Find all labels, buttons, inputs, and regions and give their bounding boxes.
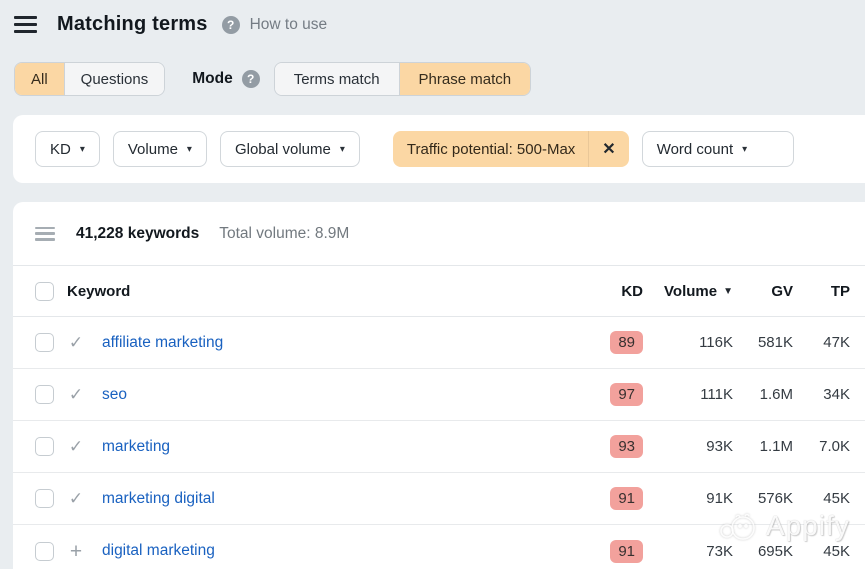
gv-value: 1.1M bbox=[733, 438, 793, 455]
help-icon[interactable]: ? bbox=[222, 16, 240, 34]
keyword-link[interactable]: affiliate marketing bbox=[102, 334, 223, 352]
row-checkbox[interactable] bbox=[35, 385, 54, 404]
mode-help-icon[interactable]: ? bbox=[242, 70, 260, 88]
kd-badge: 91 bbox=[610, 540, 643, 563]
gv-value: 695K bbox=[733, 543, 793, 560]
tab-phrase-match[interactable]: Phrase match bbox=[399, 63, 531, 95]
keyword-link[interactable]: digital marketing bbox=[102, 542, 215, 560]
filter-traffic-potential-label: Traffic potential: 500-Max bbox=[393, 141, 588, 158]
kd-badge: 89 bbox=[610, 331, 643, 354]
keyword-link[interactable]: seo bbox=[102, 386, 127, 404]
column-header-tp[interactable]: TP bbox=[793, 283, 850, 300]
check-icon[interactable]: ✓ bbox=[67, 489, 85, 509]
keyword-link[interactable]: marketing digital bbox=[102, 490, 215, 508]
tab-all[interactable]: All bbox=[15, 63, 64, 95]
select-all-checkbox[interactable] bbox=[35, 282, 54, 301]
chevron-down-icon: ▾ bbox=[187, 144, 192, 155]
filter-bar: KD ▾ Volume ▾ Global volume ▾ Traffic po… bbox=[13, 115, 865, 183]
tab-terms-match[interactable]: Terms match bbox=[275, 63, 399, 95]
table-row: ✓ seo 97 111K 1.6M 34K bbox=[13, 369, 865, 421]
gv-value: 1.6M bbox=[733, 386, 793, 403]
column-header-keyword[interactable]: Keyword bbox=[67, 283, 130, 300]
mode-segmented-control: Terms match Phrase match bbox=[274, 62, 531, 96]
volume-value: 91K bbox=[643, 490, 733, 507]
volume-value: 93K bbox=[643, 438, 733, 455]
keywords-count: 41,228 keywords bbox=[76, 225, 199, 243]
filter-word-count-button[interactable]: Word count ▾ bbox=[642, 131, 794, 167]
filter-global-volume-label: Global volume bbox=[235, 141, 331, 158]
close-icon[interactable]: ✕ bbox=[588, 131, 628, 167]
chevron-down-icon: ▾ bbox=[80, 144, 85, 155]
column-header-gv[interactable]: GV bbox=[733, 283, 793, 300]
keyword-link[interactable]: marketing bbox=[102, 438, 170, 456]
page-title: Matching terms bbox=[57, 13, 208, 36]
plus-icon[interactable]: + bbox=[67, 541, 85, 562]
filter-traffic-potential-active[interactable]: Traffic potential: 500-Max ✕ bbox=[393, 131, 629, 167]
tab-questions[interactable]: Questions bbox=[64, 63, 165, 95]
volume-value: 73K bbox=[643, 543, 733, 560]
tp-value: 45K bbox=[793, 490, 850, 507]
gv-value: 576K bbox=[733, 490, 793, 507]
column-header-volume[interactable]: Volume ▼ bbox=[643, 283, 733, 300]
results-table: 41,228 keywords Total volume: 8.9M Keywo… bbox=[13, 202, 865, 569]
column-header-kd[interactable]: KD bbox=[593, 283, 643, 300]
row-checkbox[interactable] bbox=[35, 542, 54, 561]
total-volume: Total volume: 8.9M bbox=[219, 225, 349, 243]
mode-label: Mode bbox=[192, 70, 232, 88]
volume-value: 116K bbox=[643, 334, 733, 351]
filter-volume-button[interactable]: Volume ▾ bbox=[113, 131, 207, 167]
gv-value: 581K bbox=[733, 334, 793, 351]
sort-desc-icon: ▼ bbox=[723, 286, 733, 297]
row-checkbox[interactable] bbox=[35, 333, 54, 352]
filter-global-volume-button[interactable]: Global volume ▾ bbox=[220, 131, 360, 167]
tp-value: 47K bbox=[793, 334, 850, 351]
table-header-row: Keyword KD Volume ▼ GV TP bbox=[13, 266, 865, 317]
tp-value: 7.0K bbox=[793, 438, 850, 455]
chevron-down-icon: ▾ bbox=[742, 144, 747, 155]
column-header-volume-label: Volume bbox=[664, 283, 717, 300]
table-row: ✓ marketing digital 91 91K 576K 45K bbox=[13, 473, 865, 525]
menu-icon[interactable] bbox=[14, 16, 37, 33]
filter-word-count-label: Word count bbox=[657, 141, 733, 158]
kd-badge: 93 bbox=[610, 435, 643, 458]
page-header: Matching terms ? How to use bbox=[14, 13, 327, 36]
table-row: ✓ affiliate marketing 89 116K 581K 47K bbox=[13, 317, 865, 369]
filter-kd-button[interactable]: KD ▾ bbox=[35, 131, 100, 167]
volume-value: 111K bbox=[643, 386, 733, 403]
table-summary-row: 41,228 keywords Total volume: 8.9M bbox=[13, 202, 865, 266]
filter-volume-label: Volume bbox=[128, 141, 178, 158]
filter-kd-label: KD bbox=[50, 141, 71, 158]
check-icon[interactable]: ✓ bbox=[67, 437, 85, 457]
check-icon[interactable]: ✓ bbox=[67, 385, 85, 405]
list-menu-icon[interactable] bbox=[35, 227, 55, 241]
tp-value: 34K bbox=[793, 386, 850, 403]
row-checkbox[interactable] bbox=[35, 437, 54, 456]
tabs-row: All Questions Mode ? Terms match Phrase … bbox=[14, 62, 531, 96]
table-row: ✓ marketing 93 93K 1.1M 7.0K bbox=[13, 421, 865, 473]
keyword-type-segmented-control: All Questions bbox=[14, 62, 165, 96]
kd-badge: 97 bbox=[610, 383, 643, 406]
kd-badge: 91 bbox=[610, 487, 643, 510]
how-to-use-link[interactable]: How to use bbox=[250, 16, 328, 34]
check-icon[interactable]: ✓ bbox=[67, 333, 85, 353]
table-row: + digital marketing 91 73K 695K 45K bbox=[13, 525, 865, 569]
chevron-down-icon: ▾ bbox=[340, 144, 345, 155]
tp-value: 45K bbox=[793, 543, 850, 560]
row-checkbox[interactable] bbox=[35, 489, 54, 508]
